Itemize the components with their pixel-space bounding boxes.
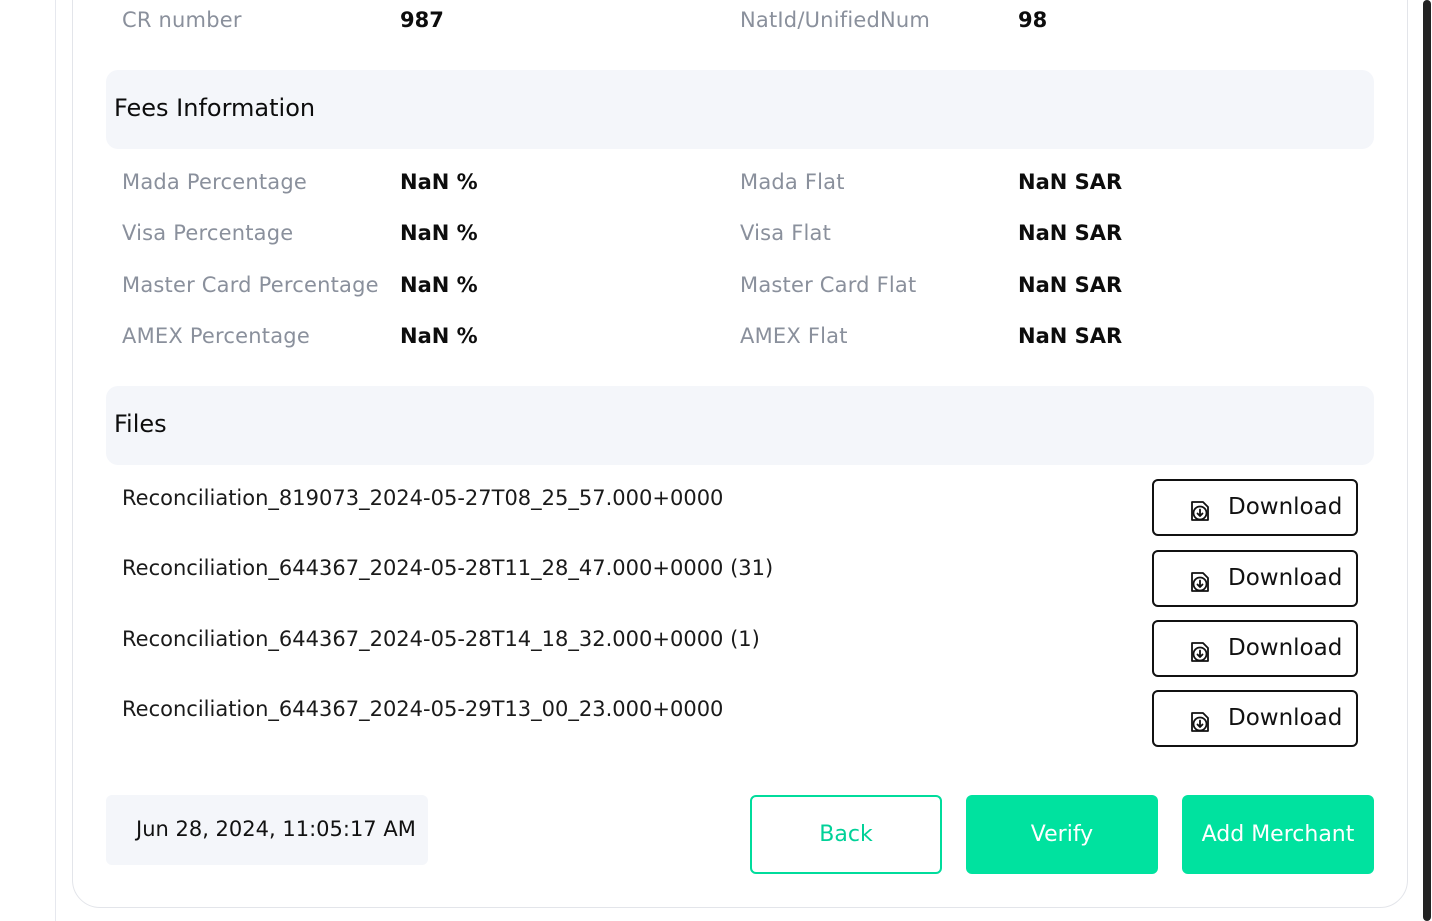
fee-right-value: NaN SAR bbox=[1018, 170, 1123, 194]
fee-left-label: Mada Percentage bbox=[122, 170, 307, 194]
cr-number-label: CR number bbox=[122, 8, 242, 32]
download-button[interactable]: Download bbox=[1152, 690, 1358, 747]
timestamp: Jun 28, 2024, 11:05:17 AM bbox=[136, 817, 416, 841]
fee-left-label: Master Card Percentage bbox=[122, 273, 379, 297]
verify-button[interactable]: Verify bbox=[966, 795, 1158, 874]
file-name: Reconciliation_644367_2024-05-28T11_28_4… bbox=[122, 556, 774, 580]
download-button[interactable]: Download bbox=[1152, 620, 1358, 677]
natid-label: NatId/UnifiedNum bbox=[740, 8, 931, 32]
file-name: Reconciliation_644367_2024-05-28T14_18_3… bbox=[122, 627, 760, 651]
fees-section-header: Fees Information bbox=[106, 70, 1374, 149]
fee-right-label: Mada Flat bbox=[740, 170, 845, 194]
fee-left-label: Visa Percentage bbox=[122, 221, 294, 245]
fee-right-value: NaN SAR bbox=[1018, 221, 1123, 245]
scrollbar-thumb[interactable] bbox=[1423, 0, 1431, 921]
natid-value: 98 bbox=[1018, 8, 1048, 32]
fee-right-value: NaN SAR bbox=[1018, 273, 1123, 297]
fees-section-title: Fees Information bbox=[114, 94, 316, 122]
file-name: Reconciliation_644367_2024-05-29T13_00_2… bbox=[122, 697, 724, 721]
page-left-divider bbox=[55, 0, 56, 921]
fee-right-label: AMEX Flat bbox=[740, 324, 848, 348]
file-name: Reconciliation_819073_2024-05-27T08_25_5… bbox=[122, 486, 724, 510]
fee-left-value: NaN % bbox=[400, 273, 478, 297]
fee-right-label: Visa Flat bbox=[740, 221, 832, 245]
fee-left-value: NaN % bbox=[400, 324, 478, 348]
cr-number-value: 987 bbox=[400, 8, 444, 32]
download-button[interactable]: Download bbox=[1152, 479, 1358, 536]
download-icon bbox=[1191, 642, 1209, 662]
download-icon bbox=[1191, 501, 1209, 521]
back-button[interactable]: Back bbox=[750, 795, 942, 874]
download-button[interactable]: Download bbox=[1152, 550, 1358, 607]
fee-left-label: AMEX Percentage bbox=[122, 324, 310, 348]
download-icon bbox=[1191, 572, 1209, 592]
timestamp-box: Jun 28, 2024, 11:05:17 AM bbox=[106, 795, 428, 865]
download-label: Download bbox=[1228, 705, 1343, 731]
download-label: Download bbox=[1228, 494, 1343, 520]
fee-left-value: NaN % bbox=[400, 221, 478, 245]
fee-right-label: Master Card Flat bbox=[740, 273, 917, 297]
fee-left-value: NaN % bbox=[400, 170, 478, 194]
fee-right-value: NaN SAR bbox=[1018, 324, 1123, 348]
files-section-header: Files bbox=[106, 386, 1374, 465]
files-section-title: Files bbox=[114, 410, 167, 438]
download-icon bbox=[1191, 712, 1209, 732]
download-label: Download bbox=[1228, 635, 1343, 661]
scrollbar[interactable] bbox=[1422, 0, 1432, 921]
add-merchant-button[interactable]: Add Merchant bbox=[1182, 795, 1374, 874]
download-label: Download bbox=[1228, 565, 1343, 591]
